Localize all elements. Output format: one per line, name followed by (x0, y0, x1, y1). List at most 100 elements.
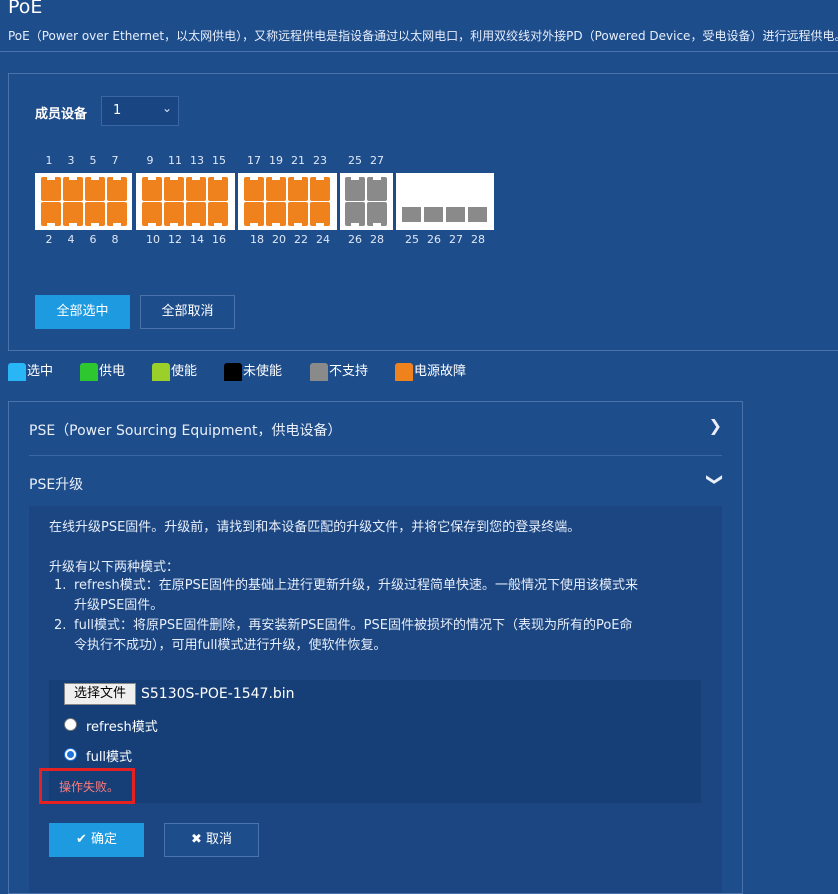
port[interactable] (208, 202, 228, 226)
port[interactable] (345, 177, 365, 201)
port-group-sfp (396, 173, 494, 230)
port-number: 13 (190, 154, 204, 167)
select-all-button[interactable]: 全部选中 (35, 295, 130, 329)
port[interactable] (345, 202, 365, 226)
sfp-port[interactable] (402, 207, 421, 222)
member-device-value: 1 (113, 103, 122, 118)
check-icon: ✔ (75, 832, 87, 847)
port[interactable] (266, 202, 286, 226)
port-number: 25 (405, 233, 419, 246)
ports-panel: 成员设备 1 ⌄ 1 3 5 7 9 11 13 15 17 19 21 23 … (8, 73, 838, 351)
radio-full[interactable] (64, 748, 77, 761)
port-number: 20 (272, 233, 286, 246)
port[interactable] (41, 177, 61, 201)
legend-item-disabled: 未使能 (224, 360, 282, 381)
port-number: 12 (168, 233, 182, 246)
port[interactable] (41, 202, 61, 226)
port-group-2 (136, 173, 235, 230)
legend-item-selected: 选中 (8, 360, 53, 381)
ok-button[interactable]: ✔ 确定 (49, 823, 144, 857)
port-number: 26 (427, 233, 441, 246)
port-number: 8 (111, 233, 119, 246)
radio-refresh-label[interactable]: refresh模式 (86, 716, 158, 735)
port[interactable] (63, 177, 83, 201)
cancel-button[interactable]: ✖ 取消 (164, 823, 259, 857)
radio-refresh[interactable] (64, 718, 77, 731)
port[interactable] (310, 177, 330, 201)
accordion-upgrade-label: PSE升级 (29, 477, 84, 493)
port-number: 16 (212, 233, 226, 246)
port[interactable] (142, 202, 162, 226)
port-number: 2 (45, 233, 53, 246)
page-description: PoE（Power over Ethernet，以太网供电），又称远程供电是指设… (8, 29, 838, 43)
upgrade-form: 选择文件 S5130S-POE-1547.bin refresh模式 full模… (39, 680, 701, 804)
port-number: 25 (348, 154, 362, 167)
member-device-select[interactable]: 1 ⌄ (101, 96, 179, 126)
port[interactable] (107, 202, 127, 226)
port-number: 3 (67, 154, 75, 167)
port-number: 15 (212, 154, 226, 167)
port[interactable] (266, 177, 286, 201)
port[interactable] (367, 202, 387, 226)
port[interactable] (85, 202, 105, 226)
port-group-4 (340, 173, 393, 230)
chevron-down-icon: ❯ (705, 472, 725, 487)
port-number: 14 (190, 233, 204, 246)
legend-item-powered: 供电 (80, 360, 125, 381)
port[interactable] (208, 177, 228, 201)
port-number: 4 (67, 233, 75, 246)
port-icon (224, 362, 242, 381)
sfp-port[interactable] (446, 207, 465, 222)
cancel-all-button[interactable]: 全部取消 (140, 295, 235, 329)
port-number: 27 (449, 233, 463, 246)
port[interactable] (310, 202, 330, 226)
port[interactable] (85, 177, 105, 201)
port-icon (310, 362, 328, 381)
page-title: PoE (8, 0, 43, 18)
sfp-port[interactable] (424, 207, 443, 222)
port-number: 6 (89, 233, 97, 246)
port[interactable] (186, 202, 206, 226)
accordion-pse-header[interactable]: PSE（Power Sourcing Equipment，供电设备） ❯ (9, 402, 742, 454)
port[interactable] (288, 202, 308, 226)
port[interactable] (142, 177, 162, 201)
chevron-down-icon: ⌄ (161, 101, 172, 115)
accordion-upgrade-header[interactable]: PSE升级 ❯ (9, 456, 742, 508)
port-number: 23 (313, 154, 327, 167)
legend-item-enabled: 使能 (152, 360, 197, 381)
accordion-pse-label: PSE（Power Sourcing Equipment，供电设备） (29, 423, 342, 439)
port[interactable] (63, 202, 83, 226)
port-number: 11 (168, 154, 182, 167)
mode-refresh-desc: 1. refresh模式：在原PSE固件的基础上进行更新升级，升级过程简单快速。… (54, 578, 639, 613)
port-number: 9 (146, 154, 154, 167)
radio-full-label[interactable]: full模式 (86, 746, 132, 765)
port-icon (80, 362, 98, 381)
port-number: 28 (471, 233, 485, 246)
port[interactable] (164, 202, 184, 226)
port-number: 7 (111, 154, 119, 167)
port-number: 18 (250, 233, 264, 246)
port[interactable] (367, 177, 387, 201)
upgrade-modes-title: 升级有以下两种模式： (49, 560, 180, 575)
port-number: 10 (146, 233, 160, 246)
port-number: 17 (247, 154, 261, 167)
port[interactable] (164, 177, 184, 201)
port[interactable] (244, 202, 264, 226)
sfp-port[interactable] (468, 207, 487, 222)
port-number: 26 (348, 233, 362, 246)
port[interactable] (107, 177, 127, 201)
port[interactable] (288, 177, 308, 201)
port[interactable] (186, 177, 206, 201)
port-number: 1 (45, 154, 53, 167)
member-device-label: 成员设备 (35, 107, 88, 122)
port-number: 21 (291, 154, 305, 167)
port-icon (8, 362, 26, 381)
choose-file-button[interactable]: 选择文件 (64, 683, 136, 705)
port-number: 24 (316, 233, 330, 246)
port-group-1 (35, 173, 132, 230)
port-icon (395, 362, 413, 381)
port-number: 19 (269, 154, 283, 167)
port[interactable] (244, 177, 264, 201)
port-number: 28 (370, 233, 384, 246)
port-group-3 (238, 173, 337, 230)
